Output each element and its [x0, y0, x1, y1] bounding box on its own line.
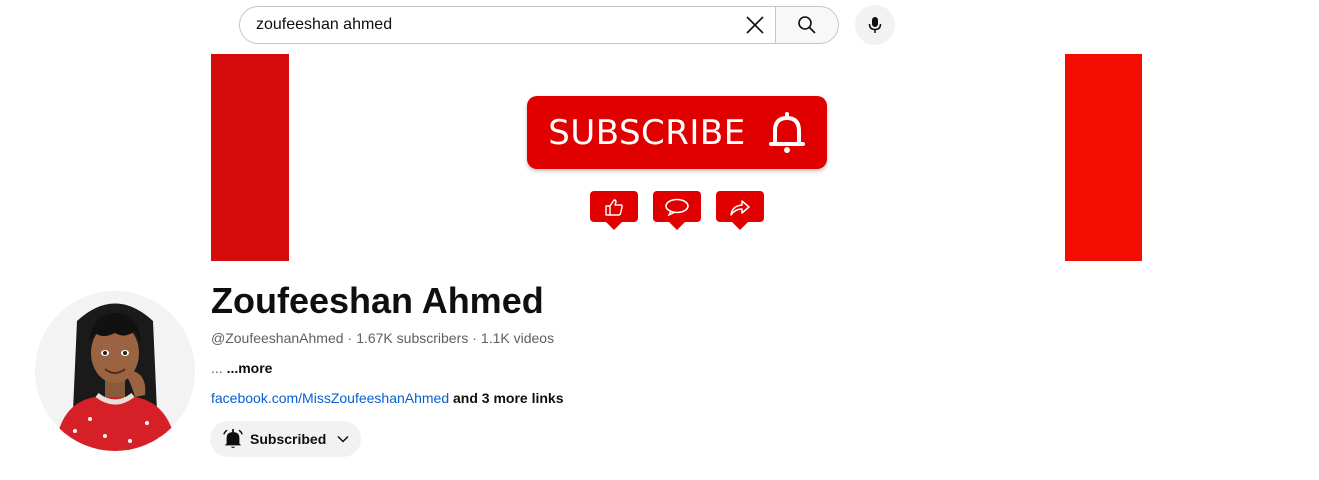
thumbs-up-icon [605, 198, 623, 216]
channel-handle: @ZoufeeshanAhmed [211, 330, 344, 346]
share-icon [730, 199, 750, 216]
banner-like-badge [590, 191, 638, 230]
microphone-icon [868, 17, 882, 33]
banner-stripe-right [1065, 54, 1142, 261]
search-icon [798, 16, 816, 34]
facebook-link[interactable]: facebook.com/MissZoufeeshanAhmed [211, 390, 449, 406]
comment-icon [665, 198, 689, 216]
bell-icon [768, 111, 805, 153]
chevron-down-icon [337, 435, 349, 443]
avatar-image [35, 291, 195, 451]
channel-links: facebook.com/MissZoufeeshanAhmed and 3 m… [211, 390, 564, 406]
search-button[interactable] [775, 6, 839, 44]
subscribed-label: Subscribed [250, 431, 327, 447]
meta-separator: · [472, 330, 477, 346]
more-links-button[interactable]: and 3 more links [453, 390, 563, 406]
banner-stripe-left [211, 54, 289, 261]
search-box[interactable] [239, 6, 775, 44]
close-icon [746, 16, 764, 34]
channel-meta: @ZoufeeshanAhmed · 1.67K subscribers · 1.1K … [211, 330, 554, 346]
search-input[interactable] [240, 6, 735, 44]
voice-search-button[interactable] [855, 5, 895, 45]
bell-icon [223, 428, 243, 448]
description-ellipsis: ... [211, 360, 223, 376]
banner-comment-badge [653, 191, 701, 230]
banner-subscribe-text: SUBSCRIBE [548, 112, 746, 153]
subscribed-button[interactable]: Subscribed [210, 421, 361, 457]
banner-share-badge [716, 191, 764, 230]
subscriber-count: 1.67K subscribers [356, 330, 469, 346]
banner-subscribe-graphic: SUBSCRIBE [527, 96, 827, 169]
channel-name: Zoufeeshan Ahmed [211, 280, 544, 321]
channel-banner: SUBSCRIBE [211, 54, 1142, 261]
video-count: 1.1K videos [480, 330, 555, 346]
description-more-button[interactable]: ...more [227, 360, 273, 376]
channel-avatar[interactable] [35, 291, 195, 451]
meta-separator: · [347, 330, 353, 346]
clear-search-button[interactable] [735, 7, 775, 43]
channel-description: ... ...more [211, 360, 272, 376]
